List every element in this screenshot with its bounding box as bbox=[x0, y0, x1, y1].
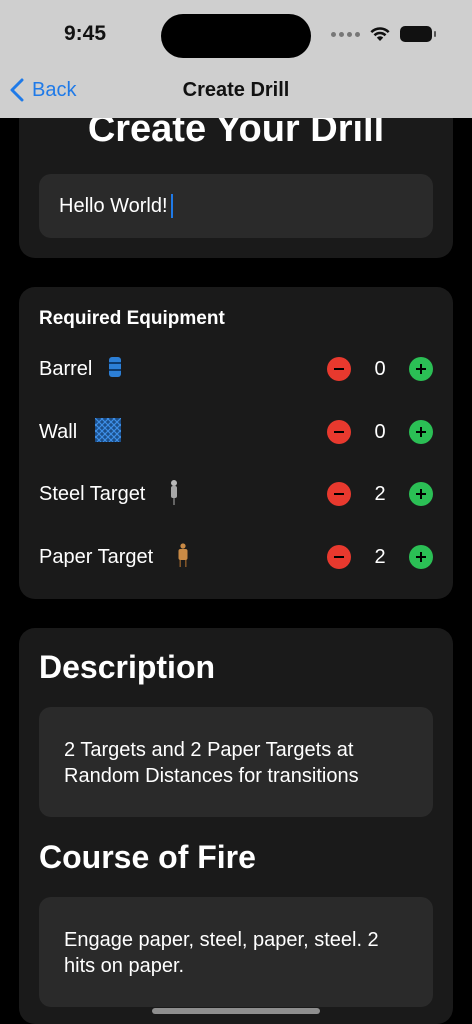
wall-icon bbox=[94, 417, 122, 447]
description-textarea[interactable]: 2 Targets and 2 Paper Targets at Random … bbox=[39, 707, 433, 817]
equipment-name: Paper Target bbox=[39, 545, 154, 568]
text-caret bbox=[170, 194, 173, 218]
equipment-row-steel-target: Steel Target 2 bbox=[39, 474, 433, 514]
paper-target-icon bbox=[177, 542, 189, 572]
home-indicator bbox=[152, 1008, 320, 1014]
drill-name-value: Hello World! bbox=[59, 194, 168, 217]
drill-name-input[interactable]: Hello World! bbox=[39, 174, 433, 238]
screen: Create Your Drill Hello World! Required … bbox=[0, 0, 472, 1024]
equipment-name: Wall bbox=[39, 420, 78, 443]
equipment-name: Barrel bbox=[39, 357, 93, 380]
wall-stepper: 0 bbox=[327, 420, 433, 444]
equipment-row-paper-target: Paper Target 2 bbox=[39, 537, 433, 577]
increment-button[interactable] bbox=[409, 545, 433, 569]
equipment-row-wall: Wall 0 bbox=[39, 412, 433, 452]
barrel-stepper: 0 bbox=[327, 357, 433, 381]
steel-target-stepper: 2 bbox=[327, 482, 433, 506]
decrement-button[interactable] bbox=[327, 420, 351, 444]
decrement-button[interactable] bbox=[327, 482, 351, 506]
wifi-icon bbox=[370, 26, 390, 41]
decrement-button[interactable] bbox=[327, 357, 351, 381]
status-time: 9:45 bbox=[64, 22, 107, 45]
battery-icon bbox=[400, 26, 436, 42]
increment-button[interactable] bbox=[409, 420, 433, 444]
count-value: 2 bbox=[374, 545, 386, 568]
equipment-row-barrel: Barrel 0 bbox=[39, 349, 433, 389]
count-value: 0 bbox=[374, 357, 386, 380]
paper-target-stepper: 2 bbox=[327, 545, 433, 569]
equipment-section-label: Required Equipment bbox=[39, 308, 225, 329]
cellular-icon bbox=[331, 31, 360, 37]
description-heading: Description bbox=[39, 649, 216, 685]
count-value: 2 bbox=[374, 482, 386, 505]
barrel-icon bbox=[108, 356, 122, 383]
increment-button[interactable] bbox=[409, 482, 433, 506]
status-indicators bbox=[331, 26, 436, 42]
course-of-fire-textarea[interactable]: Engage paper, steel, paper, steel. 2 hit… bbox=[39, 897, 433, 1007]
count-value: 0 bbox=[374, 420, 386, 443]
navigation-bar: 9:45 Back Create Drill bbox=[0, 0, 472, 118]
equipment-name: Steel Target bbox=[39, 482, 146, 505]
dynamic-island bbox=[161, 14, 311, 58]
steel-target-icon bbox=[169, 479, 179, 510]
course-of-fire-heading: Course of Fire bbox=[39, 839, 256, 875]
nav-title: Create Drill bbox=[182, 79, 290, 101]
increment-button[interactable] bbox=[409, 357, 433, 381]
decrement-button[interactable] bbox=[327, 545, 351, 569]
